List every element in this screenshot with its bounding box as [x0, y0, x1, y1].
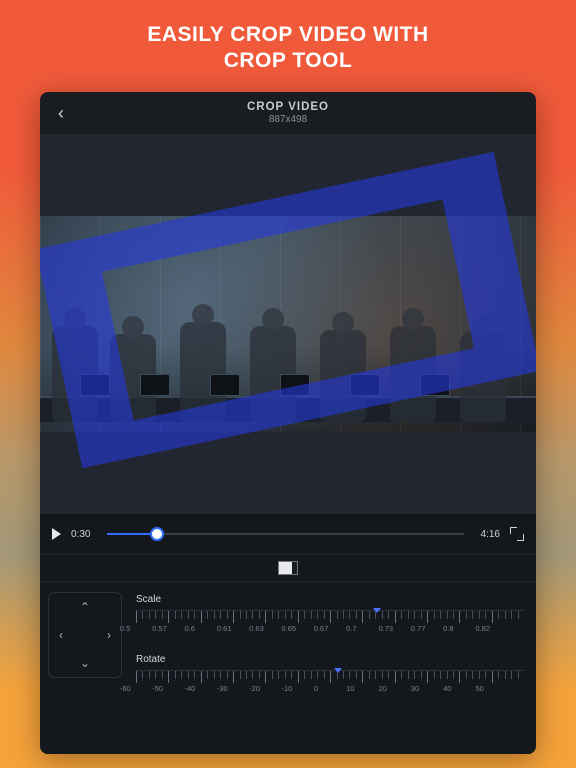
play-button[interactable]: [52, 528, 61, 540]
rotate-label: Rotate: [136, 654, 524, 665]
scale-slider-block: Scale 0.50.570.60.610.630.650.670.70.730…: [136, 594, 524, 640]
chevron-up-icon: ⌃: [80, 600, 90, 614]
chevron-left-icon: ‹: [59, 628, 63, 642]
seek-track[interactable]: [107, 524, 464, 544]
hero-title: EASILY CROP VIDEO WITH CROP TOOL: [0, 0, 576, 93]
hero-line-2: CROP TOOL: [40, 48, 536, 74]
playback-bar: 0:30 4:16: [40, 514, 536, 554]
current-time: 0:30: [71, 529, 97, 540]
app-screen: ‹ CROP VIDEO 887x498: [40, 92, 536, 754]
nudge-right-button[interactable]: ›: [97, 621, 121, 649]
chevron-down-icon: ⌄: [80, 656, 90, 670]
nudge-up-button[interactable]: ⌃: [73, 593, 97, 621]
nudge-down-button[interactable]: ⌄: [73, 649, 97, 677]
screen-title: CROP VIDEO: [40, 101, 536, 113]
video-frame: [40, 216, 536, 432]
hero-line-1: EASILY CROP VIDEO WITH: [40, 22, 536, 48]
aspect-thumb-row: [40, 554, 536, 582]
top-bar-title-block: CROP VIDEO 887x498: [40, 101, 536, 125]
scale-label: Scale: [136, 594, 524, 605]
nudge-left-button[interactable]: ‹: [49, 621, 73, 649]
nudge-dpad: ⌃ ‹ › ⌄: [48, 592, 122, 678]
rotate-slider[interactable]: -60-50-40-30-20-1001020304050: [136, 670, 524, 700]
back-button[interactable]: ‹: [50, 99, 72, 128]
scale-slider[interactable]: 0.50.570.60.610.630.650.670.70.730.770.8…: [136, 610, 524, 640]
fullscreen-icon[interactable]: [510, 527, 524, 541]
transform-controls: ⌃ ‹ › ⌄ Scale 0.50.570.60.610.630.650.67…: [40, 582, 536, 706]
total-time: 4:16: [474, 529, 500, 540]
aspect-preset-button[interactable]: [278, 561, 298, 575]
crop-dimensions: 887x498: [40, 114, 536, 125]
scale-marker-icon: [373, 608, 381, 613]
rotate-marker-icon: [334, 668, 342, 673]
top-bar: ‹ CROP VIDEO 887x498: [40, 92, 536, 134]
rotate-slider-block: Rotate -60-50-40-30-20-1001020304050: [136, 654, 524, 700]
chevron-right-icon: ›: [107, 628, 111, 642]
video-canvas[interactable]: [40, 134, 536, 514]
